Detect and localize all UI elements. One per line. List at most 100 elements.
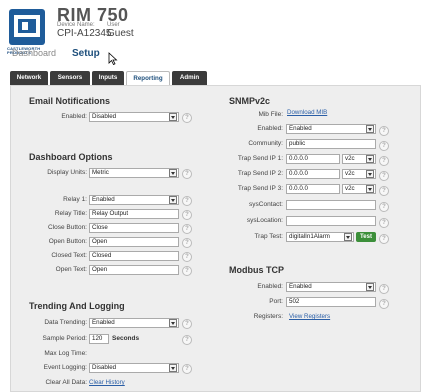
trap-ip1-label: Trap Send IP 1: xyxy=(237,155,283,162)
nav-setup-link[interactable]: Setup xyxy=(72,48,100,59)
open-text-input[interactable]: Open xyxy=(89,265,179,275)
syslocation-label: sysLocation: xyxy=(246,217,283,224)
mouse-cursor-icon xyxy=(108,52,118,65)
relay1-select[interactable]: Enabled xyxy=(89,195,179,205)
trap-ip3-input[interactable]: 0.0.0.0 xyxy=(286,184,340,194)
email-enabled-label: Enabled: xyxy=(61,113,87,120)
download-mib-link[interactable]: Download MIB xyxy=(287,108,327,118)
port-input[interactable]: 502 xyxy=(286,297,376,307)
trap-ip1-version-value: v2c xyxy=(345,155,355,162)
help-icon[interactable]: ? xyxy=(379,186,389,196)
clear-history-link[interactable]: Clear History xyxy=(89,378,125,388)
help-icon[interactable]: ? xyxy=(379,202,389,212)
display-units-label: Display Units: xyxy=(47,169,87,176)
chevron-down-icon xyxy=(169,319,177,327)
syscontact-input[interactable] xyxy=(286,200,376,210)
open-button-label: Open Button: xyxy=(48,238,87,245)
snmp-enabled-select[interactable]: Enabled xyxy=(286,124,376,134)
modbus-enabled-select[interactable]: Enabled xyxy=(286,282,376,292)
sample-period-unit: Seconds xyxy=(112,335,140,342)
modbus-enabled-label: Enabled: xyxy=(257,283,283,290)
help-icon[interactable]: ? xyxy=(379,141,389,151)
event-logging-value: Disabled xyxy=(92,364,117,371)
closed-text-input[interactable]: Closed xyxy=(89,251,179,261)
reporting-panel: Email Notifications Enabled: Disabled ? … xyxy=(10,85,421,392)
help-icon[interactable]: ? xyxy=(182,210,192,220)
help-icon[interactable]: ? xyxy=(182,335,192,345)
clear-all-data-label: Clear All Data: xyxy=(45,379,87,386)
trap-ip2-label: Trap Send IP 2: xyxy=(237,170,283,177)
help-icon[interactable]: ? xyxy=(182,169,192,179)
help-icon[interactable]: ? xyxy=(182,364,192,374)
relay-title-input[interactable]: Relay Output xyxy=(89,209,179,219)
max-log-time-label: Max Log Time: xyxy=(44,350,87,357)
trap-ip3-version-value: v2c xyxy=(345,185,355,192)
device-name-value: CPI-A12345 xyxy=(57,28,112,39)
trap-ip3-version-select[interactable]: v2c xyxy=(342,184,376,194)
tab-reporting[interactable]: Reporting xyxy=(126,71,170,86)
modbus-title: Modbus TCP xyxy=(229,265,284,275)
syslocation-input[interactable] xyxy=(286,216,376,226)
trap-test-select[interactable]: digitalIn1Alarm xyxy=(286,232,354,242)
help-icon[interactable]: ? xyxy=(182,266,192,276)
chevron-down-icon xyxy=(366,155,374,163)
trap-ip2-input[interactable]: 0.0.0.0 xyxy=(286,169,340,179)
trap-ip1-input[interactable]: 0.0.0.0 xyxy=(286,154,340,164)
help-icon[interactable]: ? xyxy=(182,252,192,262)
display-units-value: Metric xyxy=(92,169,109,176)
help-icon[interactable]: ? xyxy=(379,284,389,294)
community-label: Community: xyxy=(248,140,283,147)
sample-period-label: Sample Period: xyxy=(42,335,87,342)
trap-test-label: Trap Test: xyxy=(254,233,283,240)
relay1-value: Enabled xyxy=(92,196,115,203)
event-logging-label: Event Logging: xyxy=(43,364,87,371)
dashboard-options-title: Dashboard Options xyxy=(29,152,113,162)
trap-ip1-version-select[interactable]: v2c xyxy=(342,154,376,164)
nav-dashboard-link[interactable]: Dashboard xyxy=(12,48,56,58)
chevron-down-icon xyxy=(366,185,374,193)
header: CASTLEWORTH PRODUCTS RIM 750 Device Name… xyxy=(0,0,425,66)
help-icon[interactable]: ? xyxy=(182,196,192,206)
closed-text-label: Closed Text: xyxy=(51,252,87,259)
trap-test-value: digitalIn1Alarm xyxy=(289,233,330,240)
trending-logging-title: Trending And Logging xyxy=(29,301,125,311)
tab-network[interactable]: Network xyxy=(10,71,48,85)
snmp-enabled-value: Enabled xyxy=(289,125,312,132)
help-icon[interactable]: ? xyxy=(379,218,389,228)
tab-inputs[interactable]: Inputs xyxy=(92,71,124,85)
help-icon[interactable]: ? xyxy=(182,113,192,123)
help-icon[interactable]: ? xyxy=(379,126,389,136)
view-registers-link[interactable]: View Registers xyxy=(289,312,330,322)
open-button-input[interactable]: Open xyxy=(89,237,179,247)
tab-admin[interactable]: Admin xyxy=(172,71,207,85)
tab-sensors[interactable]: Sensors xyxy=(50,71,90,85)
community-input[interactable]: public xyxy=(286,139,376,149)
port-label: Port: xyxy=(269,298,283,305)
help-icon[interactable]: ? xyxy=(182,238,192,248)
chevron-down-icon xyxy=(366,170,374,178)
data-trending-select[interactable]: Enabled xyxy=(89,318,179,328)
chevron-down-icon xyxy=(169,169,177,177)
email-enabled-value: Disabled xyxy=(92,113,117,120)
help-icon[interactable]: ? xyxy=(182,224,192,234)
help-icon[interactable]: ? xyxy=(379,171,389,181)
help-icon[interactable]: ? xyxy=(379,156,389,166)
email-enabled-select[interactable]: Disabled xyxy=(89,112,179,122)
test-button[interactable]: Test xyxy=(356,232,376,242)
trap-ip3-label: Trap Send IP 3: xyxy=(237,185,283,192)
help-icon[interactable]: ? xyxy=(379,299,389,309)
chevron-down-icon xyxy=(169,196,177,204)
display-units-select[interactable]: Metric xyxy=(89,168,179,178)
help-icon[interactable]: ? xyxy=(182,319,192,329)
help-icon[interactable]: ? xyxy=(379,234,389,244)
event-logging-select[interactable]: Disabled xyxy=(89,363,179,373)
close-button-input[interactable]: Close xyxy=(89,223,179,233)
data-trending-label: Data Trending: xyxy=(44,319,87,326)
snmp-enabled-label: Enabled: xyxy=(257,125,283,132)
trap-ip2-version-select[interactable]: v2c xyxy=(342,169,376,179)
snmp-title: SNMPv2c xyxy=(229,96,271,106)
chevron-down-icon xyxy=(344,233,352,241)
tab-bar: Network Sensors Inputs Reporting Admin xyxy=(10,71,421,86)
sample-period-input[interactable]: 120 xyxy=(89,334,109,344)
trap-ip2-version-value: v2c xyxy=(345,170,355,177)
